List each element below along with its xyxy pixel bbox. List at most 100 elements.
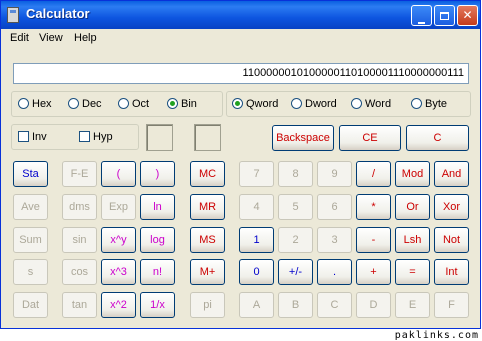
radio-indicator (68, 98, 79, 109)
reciprocal-button[interactable]: 1/x (140, 292, 175, 318)
checkbox-label: Hyp (93, 131, 113, 143)
add-button[interactable]: + (356, 259, 391, 285)
radio-label: Hex (32, 98, 52, 110)
x-pow-y-button[interactable]: x^y (101, 227, 136, 253)
menu-bar: Edit View Help (1, 29, 480, 49)
menu-view[interactable]: View (39, 32, 63, 44)
dat-button[interactable]: Dat (13, 292, 48, 318)
radio-hex[interactable]: Hex (18, 98, 52, 110)
radio-dec[interactable]: Dec (68, 98, 102, 110)
radio-dword[interactable]: Dword (291, 98, 337, 110)
maximize-icon (440, 12, 449, 20)
subtract-button[interactable]: - (356, 227, 391, 253)
radio-qword[interactable]: Qword (232, 98, 278, 110)
x-cubed-button[interactable]: x^3 (101, 259, 136, 285)
hyp-checkbox[interactable]: Hyp (79, 131, 113, 143)
hex-c-button[interactable]: C (317, 292, 352, 318)
radio-byte[interactable]: Byte (411, 98, 447, 110)
backspace-button[interactable]: Backspace (272, 125, 334, 151)
ce-button[interactable]: CE (339, 125, 401, 151)
x-squared-button[interactable]: x^2 (101, 292, 136, 318)
maximize-button[interactable] (434, 5, 455, 26)
sta-button[interactable]: Sta (13, 161, 48, 187)
radio-label: Word (365, 98, 392, 110)
open-paren-button[interactable]: ( (101, 161, 136, 187)
fe-button[interactable]: F-E (62, 161, 97, 187)
minimize-icon (418, 22, 425, 24)
int-button[interactable]: Int (434, 259, 469, 285)
divide-button[interactable]: / (356, 161, 391, 187)
multiply-button[interactable]: * (356, 194, 391, 220)
sin-button[interactable]: sin (62, 227, 97, 253)
key-7[interactable]: 7 (239, 161, 274, 187)
radio-indicator (18, 98, 29, 109)
m-plus-button[interactable]: M+ (190, 259, 225, 285)
radio-word[interactable]: Word (351, 98, 391, 110)
radio-label: Oct (132, 98, 150, 110)
ms-button[interactable]: MS (190, 227, 225, 253)
hex-e-button[interactable]: E (395, 292, 430, 318)
pi-button[interactable]: pi (190, 292, 225, 318)
number-base-group: Hex Dec Oct Bin (11, 91, 223, 117)
key-8[interactable]: 8 (278, 161, 313, 187)
tan-button[interactable]: tan (62, 292, 97, 318)
sum-button[interactable]: Sum (13, 227, 48, 253)
xor-button[interactable]: Xor (434, 194, 469, 220)
title-bar[interactable]: Calculator ✕ (1, 1, 480, 29)
s-button[interactable]: s (13, 259, 48, 285)
word-size-group: Qword Dword Word Byte (226, 91, 471, 117)
exp-button[interactable]: Exp (101, 194, 136, 220)
mc-button[interactable]: MC (190, 161, 225, 187)
close-icon: ✕ (462, 8, 473, 22)
ln-button[interactable]: ln (140, 194, 175, 220)
decimal-button[interactable]: . (317, 259, 352, 285)
calculator-window: Calculator ✕ Edit View Help 110000001010… (0, 0, 481, 329)
close-paren-button[interactable]: ) (140, 161, 175, 187)
log-button[interactable]: log (140, 227, 175, 253)
parenthesis-indicator (146, 124, 173, 151)
checkbox-box (79, 131, 90, 142)
key-6[interactable]: 6 (317, 194, 352, 220)
radio-indicator (291, 98, 302, 109)
ave-button[interactable]: Ave (13, 194, 48, 220)
radio-bin[interactable]: Bin (167, 98, 197, 110)
not-button[interactable]: Not (434, 227, 469, 253)
mr-button[interactable]: MR (190, 194, 225, 220)
key-2[interactable]: 2 (278, 227, 313, 253)
key-0[interactable]: 0 (239, 259, 274, 285)
sign-button[interactable]: +/- (278, 259, 313, 285)
menu-edit[interactable]: Edit (10, 32, 29, 44)
key-5[interactable]: 5 (278, 194, 313, 220)
equals-button[interactable]: = (395, 259, 430, 285)
key-9[interactable]: 9 (317, 161, 352, 187)
mod-button[interactable]: Mod (395, 161, 430, 187)
calculator-icon (7, 7, 19, 23)
hex-f-button[interactable]: F (434, 292, 469, 318)
and-button[interactable]: And (434, 161, 469, 187)
or-button[interactable]: Or (395, 194, 430, 220)
display-field[interactable]: 1100000010100000110100001110000000111 (13, 63, 469, 84)
radio-label: Qword (246, 98, 279, 110)
key-1[interactable]: 1 (239, 227, 274, 253)
c-button[interactable]: C (406, 125, 469, 151)
radio-label: Byte (425, 98, 448, 110)
inv-checkbox[interactable]: Inv (18, 131, 47, 143)
hex-a-button[interactable]: A (239, 292, 274, 318)
radio-indicator (167, 98, 178, 109)
close-button[interactable]: ✕ (457, 5, 478, 26)
radio-indicator (351, 98, 362, 109)
radio-oct[interactable]: Oct (118, 98, 149, 110)
factorial-button[interactable]: n! (140, 259, 175, 285)
checkbox-label: Inv (32, 131, 47, 143)
menu-help[interactable]: Help (74, 32, 97, 44)
radio-label: Dword (305, 98, 337, 110)
dms-button[interactable]: dms (62, 194, 97, 220)
key-4[interactable]: 4 (239, 194, 274, 220)
minimize-button[interactable] (411, 5, 432, 26)
cos-button[interactable]: cos (62, 259, 97, 285)
hex-b-button[interactable]: B (278, 292, 313, 318)
hex-d-button[interactable]: D (356, 292, 391, 318)
radio-indicator (411, 98, 422, 109)
key-3[interactable]: 3 (317, 227, 352, 253)
lsh-button[interactable]: Lsh (395, 227, 430, 253)
